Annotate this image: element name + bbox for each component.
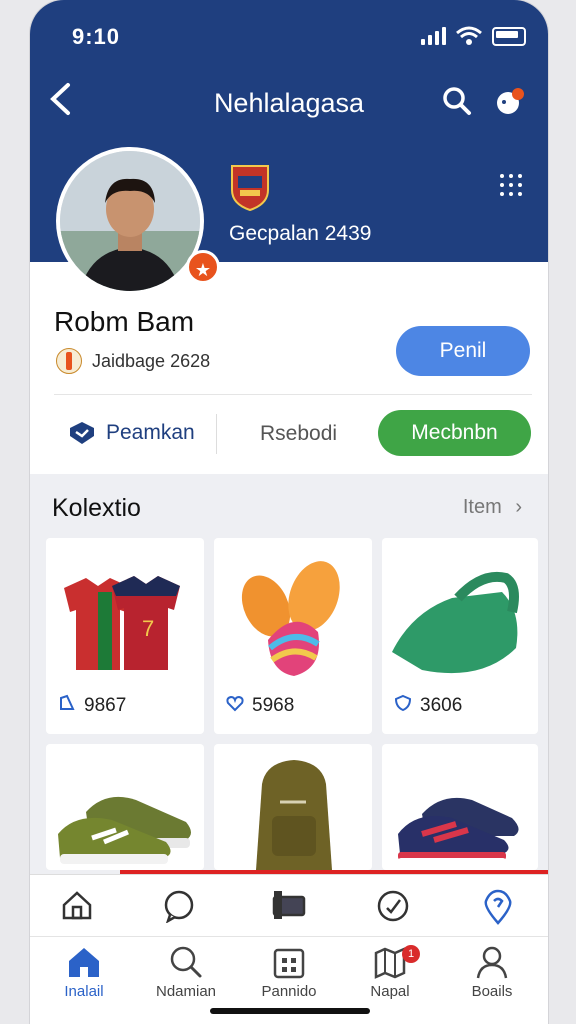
tab-search[interactable]: Ndamian (136, 945, 236, 1000)
tab-map-label: Napal (370, 983, 410, 1000)
tab-rsebodi[interactable]: Rsebodi (260, 422, 337, 446)
collection-item-sneakers-olive[interactable] (46, 744, 204, 870)
user-name: Robm Bam (54, 306, 195, 337)
location-pin-icon[interactable] (482, 889, 514, 930)
shield-icon (394, 694, 412, 718)
tab-profile[interactable]: Boails (442, 945, 542, 1000)
collection-more-label: Item (462, 496, 502, 518)
collection-more-link[interactable]: Item › (463, 496, 522, 519)
star-badge-icon: ★ (186, 250, 220, 284)
phone-screen: 9:10 Nehlalagasa Gecpalan 2439 ★ Robm Ba… (30, 0, 548, 1024)
avatar[interactable]: ★ (56, 147, 220, 295)
tab-peamkan-label: Peamkan (106, 421, 195, 444)
sneakers-olive-image (58, 796, 191, 864)
home-icon (69, 948, 99, 977)
house-outline-icon[interactable] (60, 889, 94, 926)
home-indicator (210, 1008, 370, 1014)
tab-home[interactable]: Inalail (34, 945, 134, 1000)
battery-icon (492, 26, 526, 46)
collection-item-visor[interactable]: 3606 (382, 538, 538, 734)
collection-item-jerseys[interactable]: 7 9867 (46, 538, 204, 734)
notification-icon[interactable] (494, 86, 526, 123)
chevron-right-icon: › (515, 496, 522, 518)
item-count-value: 3606 (420, 695, 463, 716)
svg-text:7: 7 (142, 616, 154, 641)
collection-item-sneakers-navy[interactable] (382, 744, 538, 870)
heart-icon (226, 694, 244, 718)
item-count-value: 9867 (84, 695, 127, 716)
club-crest-icon (230, 164, 270, 217)
grid-menu-icon[interactable] (500, 174, 522, 196)
tab-mecbnbn-button[interactable]: Mecbnbn (378, 410, 531, 456)
nav-bar: Nehlalagasa (30, 82, 548, 122)
status-time: 9:10 (72, 24, 121, 49)
avatar-image (60, 151, 200, 291)
profile-icon (476, 946, 508, 979)
tab-calendar[interactable]: Pannido (239, 945, 339, 1000)
jerseys-image: 7 (64, 576, 180, 670)
shortcut-row (30, 874, 548, 937)
search-icon[interactable] (442, 86, 472, 121)
divider (54, 394, 532, 395)
user-info-text: Jaidbage 2628 (92, 350, 211, 371)
ticket-icon[interactable] (272, 889, 306, 926)
item-count: 9867 (58, 694, 126, 718)
backpack-image (256, 760, 332, 870)
item-count-value: 5968 (252, 695, 295, 716)
club-text: Gecpalan 2439 (229, 222, 372, 245)
visor-image (392, 572, 519, 674)
chat-icon[interactable] (162, 889, 196, 928)
tab-map[interactable]: 1 Napal (340, 945, 440, 1000)
signal-icon (421, 27, 446, 45)
notification-badge: 1 (402, 945, 420, 963)
item-count: 5968 (226, 694, 294, 718)
status-icons (421, 26, 526, 46)
tab-home-label: Inalail (64, 983, 104, 1000)
medal-icon (56, 348, 82, 374)
tab-row: Peamkan Rsebodi Mecbnbn (30, 408, 548, 460)
collection-item-backpack[interactable] (214, 744, 372, 870)
calendar-icon (273, 948, 305, 979)
compass-icon[interactable] (376, 889, 410, 928)
collection-title: Kolextio (52, 494, 141, 522)
collection-header: Kolextio Item › (30, 474, 548, 534)
tab-separator (216, 414, 217, 454)
status-bar: 9:10 (30, 22, 548, 52)
tab-search-label: Ndamian (155, 983, 217, 1000)
sneakers-navy-image (398, 797, 519, 864)
wifi-icon (456, 26, 482, 45)
profile-action-button[interactable]: Penil (396, 326, 530, 376)
collection-item-insoles[interactable]: 5968 (214, 538, 372, 734)
tag-icon (58, 694, 76, 718)
item-count: 3606 (394, 694, 462, 718)
tab-profile-label: Boails (471, 983, 513, 1000)
handshake-icon (70, 422, 94, 444)
user-info: Jaidbage 2628 (56, 348, 210, 374)
tab-calendar-label: Pannido (261, 983, 317, 1000)
tab-peamkan[interactable]: Peamkan (68, 420, 195, 446)
profile-card: Robm Bam Jaidbage 2628 Penil Peamkan Rse… (30, 262, 548, 474)
insoles-image (241, 561, 340, 676)
search-icon (170, 946, 202, 978)
